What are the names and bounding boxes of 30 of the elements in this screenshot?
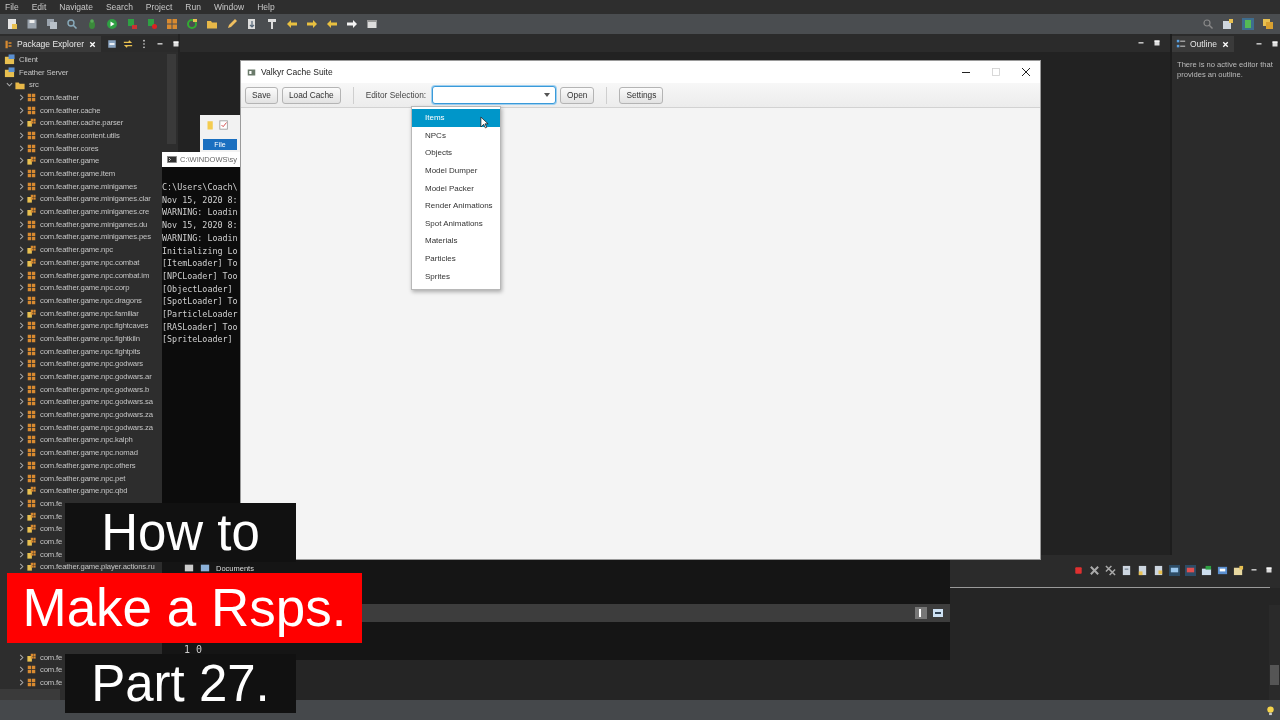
panel-tab[interactable]: Outline: [1172, 36, 1234, 52]
title-caption: Make a Rsps.: [7, 573, 362, 643]
menu-item[interactable]: Project: [145, 2, 173, 12]
dropdown-option[interactable]: Objects: [412, 144, 500, 162]
toolbar-button[interactable]: Settings: [619, 86, 664, 104]
menu-item[interactable]: File: [5, 2, 19, 12]
dropdown-option[interactable]: NPCs: [412, 126, 500, 145]
dropdown-option[interactable]: Model Dumper: [412, 161, 500, 180]
console-output: C:\Users\Coach\ Nov 15, 2020 8: WARNING: Loadin Nov 15, 2020 8: WARNING: Loadin Initializing Lo [ItemLoader] To [NPCLoader] Too [ObjectLoader] [SpotLoader] To [ParticleLoader [RASLoader] Too [SpriteLoader]: [162, 181, 239, 347]
panel-tab[interactable]: Package Explorer: [0, 36, 102, 52]
menu-item[interactable]: Navigate: [59, 2, 93, 12]
dropdown-option[interactable]: Model Packer: [412, 179, 500, 197]
menu-item[interactable]: Search: [105, 2, 133, 12]
title-caption: How to: [65, 503, 296, 562]
title-caption: Part 27.: [65, 654, 296, 713]
dropdown-option[interactable]: Sprites: [412, 267, 500, 285]
menu-item[interactable]: Help: [257, 2, 275, 12]
menu-item[interactable]: Run: [185, 2, 201, 12]
console-output: 1 0: [183, 643, 204, 655]
toolbar-button[interactable]: Open: [560, 86, 595, 104]
field-label: Editor Selection:: [365, 90, 427, 100]
dropdown-option[interactable]: Materials: [412, 232, 500, 250]
window-title: Valkyr Cache Suite: [261, 67, 333, 77]
dropdown-option[interactable]: Render Animations: [412, 196, 500, 215]
toolbar-button[interactable]: Save: [245, 86, 278, 104]
toolbar-button[interactable]: Load Cache: [281, 86, 341, 104]
menu-item[interactable]: Window: [213, 2, 245, 12]
dropdown-option[interactable]: Spot Animations: [412, 214, 500, 233]
dropdown-option[interactable]: Particles: [412, 249, 500, 268]
menu-item[interactable]: Edit: [31, 2, 47, 12]
